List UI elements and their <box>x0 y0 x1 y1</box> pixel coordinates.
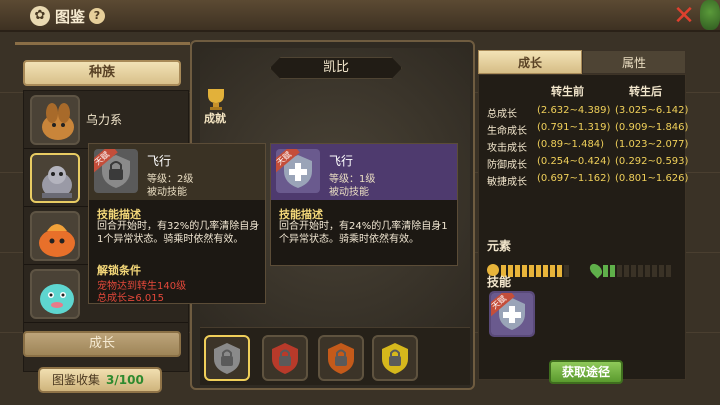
shield-cross-icon: 天赋 <box>276 149 320 193</box>
skill-slot[interactable] <box>318 335 364 381</box>
pet-name: 乌力系 <box>86 113 123 127</box>
sidebar-top-rail <box>15 42 190 52</box>
stat-label: 生命成长 <box>487 126 527 137</box>
question-icon[interactable]: ? <box>89 8 105 24</box>
skill-tooltip-locked: 天赋 飞行 等级：2级 被动技能 技能描述 回合开始时，有32%的几率清除自身1… <box>88 143 266 304</box>
vine-decoration <box>700 0 720 30</box>
skill-slot[interactable] <box>262 335 308 381</box>
element-segment <box>603 265 608 277</box>
element-segment <box>659 265 664 277</box>
element-segment <box>529 265 534 277</box>
skill-slot[interactable] <box>204 335 250 381</box>
close-icon[interactable]: ✕ <box>670 2 698 30</box>
tab-attributes[interactable]: 属性 <box>582 50 686 74</box>
skill-title: 技能 <box>487 275 512 289</box>
achievement-label[interactable]: 成就 <box>204 110 226 126</box>
collection-button[interactable]: 图鉴收集 3/100 <box>38 367 162 393</box>
stat-before: (0.791~1.319) <box>537 122 611 133</box>
stat-before: (0.697~1.162) <box>537 173 611 184</box>
skill-type: 被动技能 <box>329 187 369 198</box>
collection-count: 3/100 <box>106 373 144 387</box>
pet-name-plate: 凯比 <box>270 57 402 79</box>
tooltip-header: 天赋 飞行 等级：2级 被动技能 <box>89 144 265 200</box>
skill-description: 回合开始时，有24%的几率清除自身1个异常状态。骑乘时依然有效。 <box>279 221 448 245</box>
skill-tooltip: 天赋 飞行 等级：1级 被动技能 技能描述 回合开始时，有24%的几率清除自身1… <box>270 143 458 266</box>
element-segment <box>550 265 555 277</box>
skill-name: 飞行 <box>329 154 354 168</box>
element-segment <box>638 265 643 277</box>
element-title: 元素 <box>487 239 512 253</box>
element-segment <box>515 265 520 277</box>
element-segment <box>610 265 615 277</box>
skill-name: 飞行 <box>147 154 172 168</box>
shield-cross-icon[interactable]: 天赋 <box>489 291 535 337</box>
obtain-button[interactable]: 获取途径 <box>549 360 623 384</box>
stat-after: (0.801~1.626) <box>615 173 689 184</box>
unlock-title: 解锁条件 <box>97 264 141 277</box>
skill-slot[interactable] <box>372 335 418 381</box>
element-segment <box>645 265 650 277</box>
top-bar: ✿ 图鉴 ? ✕ <box>0 0 720 32</box>
col-before-header: 转生前 <box>551 85 584 98</box>
element-segment <box>624 265 629 277</box>
stat-before: (0.89~1.484) <box>537 139 605 150</box>
stat-before: (2.632~4.389) <box>537 105 611 116</box>
trophy-icon[interactable] <box>202 87 230 111</box>
stats-panel: 成长 属性 转生前 转生后 总成长 (2.632~4.389) (3.025~6.1… <box>476 46 690 386</box>
skill-type: 被动技能 <box>147 187 187 198</box>
wood-element-icon <box>587 261 605 279</box>
element-segment <box>536 265 541 277</box>
element-segment <box>564 265 569 277</box>
element-segment <box>543 265 548 277</box>
lock-icon: 天赋 <box>94 149 138 193</box>
stat-label: 总成长 <box>487 109 517 120</box>
stat-label: 敏捷成长 <box>487 177 527 188</box>
list-item[interactable]: 乌力系 <box>24 91 188 149</box>
pet-avatar <box>30 95 80 145</box>
element-segment <box>652 265 657 277</box>
stat-label: 防御成长 <box>487 160 527 171</box>
pet-avatar <box>30 153 80 203</box>
element-segment <box>617 265 622 277</box>
tab-species[interactable]: 种族 <box>23 60 181 86</box>
collection-label: 图鉴收集 <box>52 373 101 387</box>
element-segment <box>666 265 671 277</box>
element-segment <box>557 265 562 277</box>
growth-stats-box: 转生前 转生后 总成长 (2.632~4.389) (3.025~6.142) 生命成… <box>478 74 689 384</box>
stat-after: (1.023~2.077) <box>615 139 689 150</box>
page-title: 图鉴 <box>55 8 86 26</box>
stat-before: (0.254~0.424) <box>537 156 611 167</box>
pet-avatar <box>30 269 80 319</box>
tab-growth[interactable]: 成长 <box>23 331 181 357</box>
skill-description: 回合开始时，有32%的几率清除自身1个异常状态。骑乘时依然有效。 <box>97 221 260 245</box>
stat-label: 攻击成长 <box>487 143 527 154</box>
tab-growth-stats[interactable]: 成长 <box>478 50 582 74</box>
stat-after: (0.292~0.593) <box>615 156 689 167</box>
col-after-header: 转生后 <box>629 85 662 98</box>
element-segment <box>631 265 636 277</box>
pet-avatar <box>30 211 80 261</box>
unlock-condition: 总成长≥6.015 <box>97 293 165 304</box>
stat-after: (0.909~1.846) <box>615 122 689 133</box>
tooltip-header: 天赋 飞行 等级：1级 被动技能 <box>271 144 457 200</box>
stat-after: (3.025~6.142) <box>615 105 689 116</box>
element-segment <box>522 265 527 277</box>
paw-icon: ✿ <box>30 6 50 26</box>
